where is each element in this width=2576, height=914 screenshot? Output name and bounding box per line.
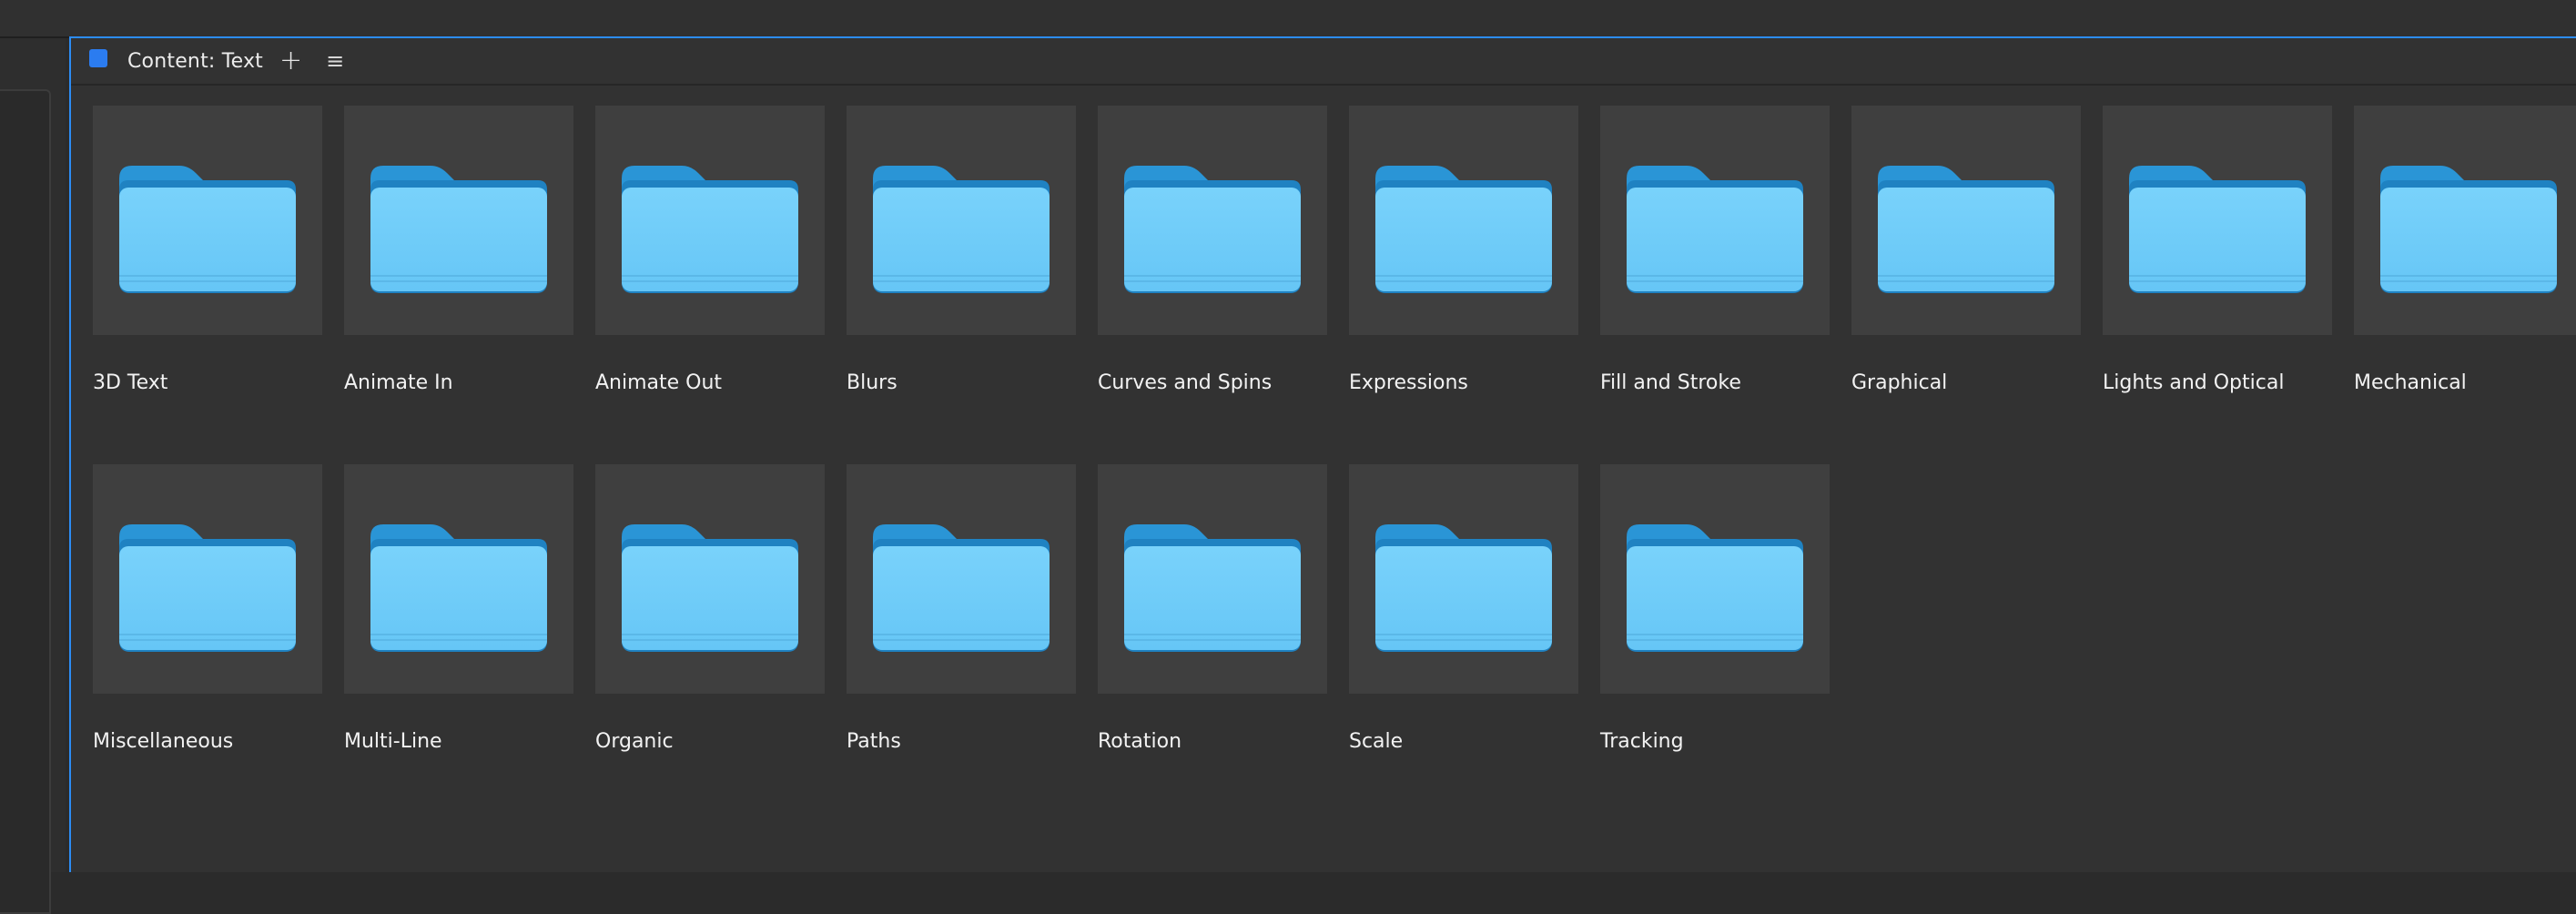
folder-icon — [363, 138, 554, 302]
folder-thumbnail[interactable] — [93, 106, 322, 335]
folder-tile[interactable]: Animate In — [344, 106, 573, 464]
folder-tile[interactable]: Tracking — [1600, 464, 1830, 753]
folder-thumbnail[interactable] — [1349, 464, 1578, 694]
folder-icon — [1117, 497, 1308, 661]
folder-thumbnail[interactable] — [344, 106, 573, 335]
folder-tile[interactable]: Mechanical — [2354, 106, 2576, 464]
folder-label: Animate In — [344, 371, 453, 394]
folder-grid: 3D Text Animate In Animate Out Blurs Cur… — [93, 106, 2576, 753]
folder-tile[interactable]: Blurs — [847, 106, 1076, 464]
folder-icon — [614, 497, 806, 661]
folder-tile[interactable]: Organic — [595, 464, 825, 753]
folder-icon — [2373, 138, 2564, 302]
folder-thumbnail[interactable] — [2103, 106, 2332, 335]
folder-tile[interactable]: Curves and Spins — [1098, 106, 1327, 464]
folder-tile[interactable]: Rotation — [1098, 464, 1327, 753]
folder-thumbnail[interactable] — [595, 464, 825, 694]
panel-header: Content: Text + ≡ — [71, 38, 2576, 86]
folder-tile[interactable]: Miscellaneous — [93, 464, 322, 753]
folder-thumbnail[interactable] — [1600, 106, 1830, 335]
folder-tile[interactable]: Animate Out — [595, 106, 825, 464]
folder-icon — [2122, 138, 2313, 302]
folder-tile[interactable]: Fill and Stroke — [1600, 106, 1830, 464]
panel-title[interactable]: Content: Text — [127, 50, 263, 73]
plus-icon[interactable]: + — [279, 47, 302, 75]
folder-icon — [363, 497, 554, 661]
folder-label: Organic — [595, 730, 674, 753]
folder-thumbnail[interactable] — [847, 106, 1076, 335]
folder-label: Mechanical — [2354, 371, 2467, 394]
folder-tile[interactable]: Expressions — [1349, 106, 1578, 464]
folder-thumbnail[interactable] — [1851, 106, 2081, 335]
folder-tile[interactable]: Multi-Line — [344, 464, 573, 753]
folder-label: Expressions — [1349, 371, 1468, 394]
folder-icon — [866, 138, 1057, 302]
folder-label: Animate Out — [595, 371, 723, 394]
folder-label: Scale — [1349, 730, 1404, 753]
folder-thumbnail[interactable] — [1349, 106, 1578, 335]
folder-tile[interactable]: Scale — [1349, 464, 1578, 753]
left-panel-inner — [0, 89, 51, 914]
folder-thumbnail[interactable] — [1098, 464, 1327, 694]
folder-icon — [112, 497, 303, 661]
folder-thumbnail[interactable] — [1098, 106, 1327, 335]
folder-thumbnail[interactable] — [2354, 106, 2576, 335]
hamburger-menu-icon[interactable]: ≡ — [326, 50, 344, 72]
folder-tile[interactable]: Graphical — [1851, 106, 2081, 464]
folder-tile[interactable]: Lights and Optical — [2103, 106, 2332, 464]
folder-label: Miscellaneous — [93, 730, 234, 753]
folder-icon — [866, 497, 1057, 661]
folder-label: 3D Text — [93, 371, 168, 394]
folder-thumbnail[interactable] — [344, 464, 573, 694]
folder-icon — [614, 138, 806, 302]
panel-color-swatch[interactable] — [89, 49, 107, 67]
folder-label: Paths — [847, 730, 901, 753]
folder-thumbnail[interactable] — [1600, 464, 1830, 694]
folder-label: Blurs — [847, 371, 898, 394]
folder-icon — [112, 138, 303, 302]
folder-label: Fill and Stroke — [1600, 371, 1741, 394]
folder-icon — [1619, 497, 1810, 661]
content-panel: Content: Text + ≡ 3D Text Animate In Ani… — [69, 36, 2576, 872]
folder-tile[interactable]: 3D Text — [93, 106, 322, 464]
folder-icon — [1117, 138, 1308, 302]
folder-icon — [1368, 138, 1559, 302]
folder-icon — [1871, 138, 2062, 302]
folder-label: Multi-Line — [344, 730, 442, 753]
top-bar — [0, 0, 2576, 38]
folder-label: Graphical — [1851, 371, 1948, 394]
folder-icon — [1619, 138, 1810, 302]
left-panel — [0, 38, 66, 914]
folder-icon — [1368, 497, 1559, 661]
folder-label: Tracking — [1600, 730, 1684, 753]
folder-label: Curves and Spins — [1098, 371, 1273, 394]
folder-thumbnail[interactable] — [847, 464, 1076, 694]
folder-label: Lights and Optical — [2103, 371, 2285, 394]
folder-thumbnail[interactable] — [595, 106, 825, 335]
folder-tile[interactable]: Paths — [847, 464, 1076, 753]
folder-label: Rotation — [1098, 730, 1182, 753]
folder-thumbnail[interactable] — [93, 464, 322, 694]
